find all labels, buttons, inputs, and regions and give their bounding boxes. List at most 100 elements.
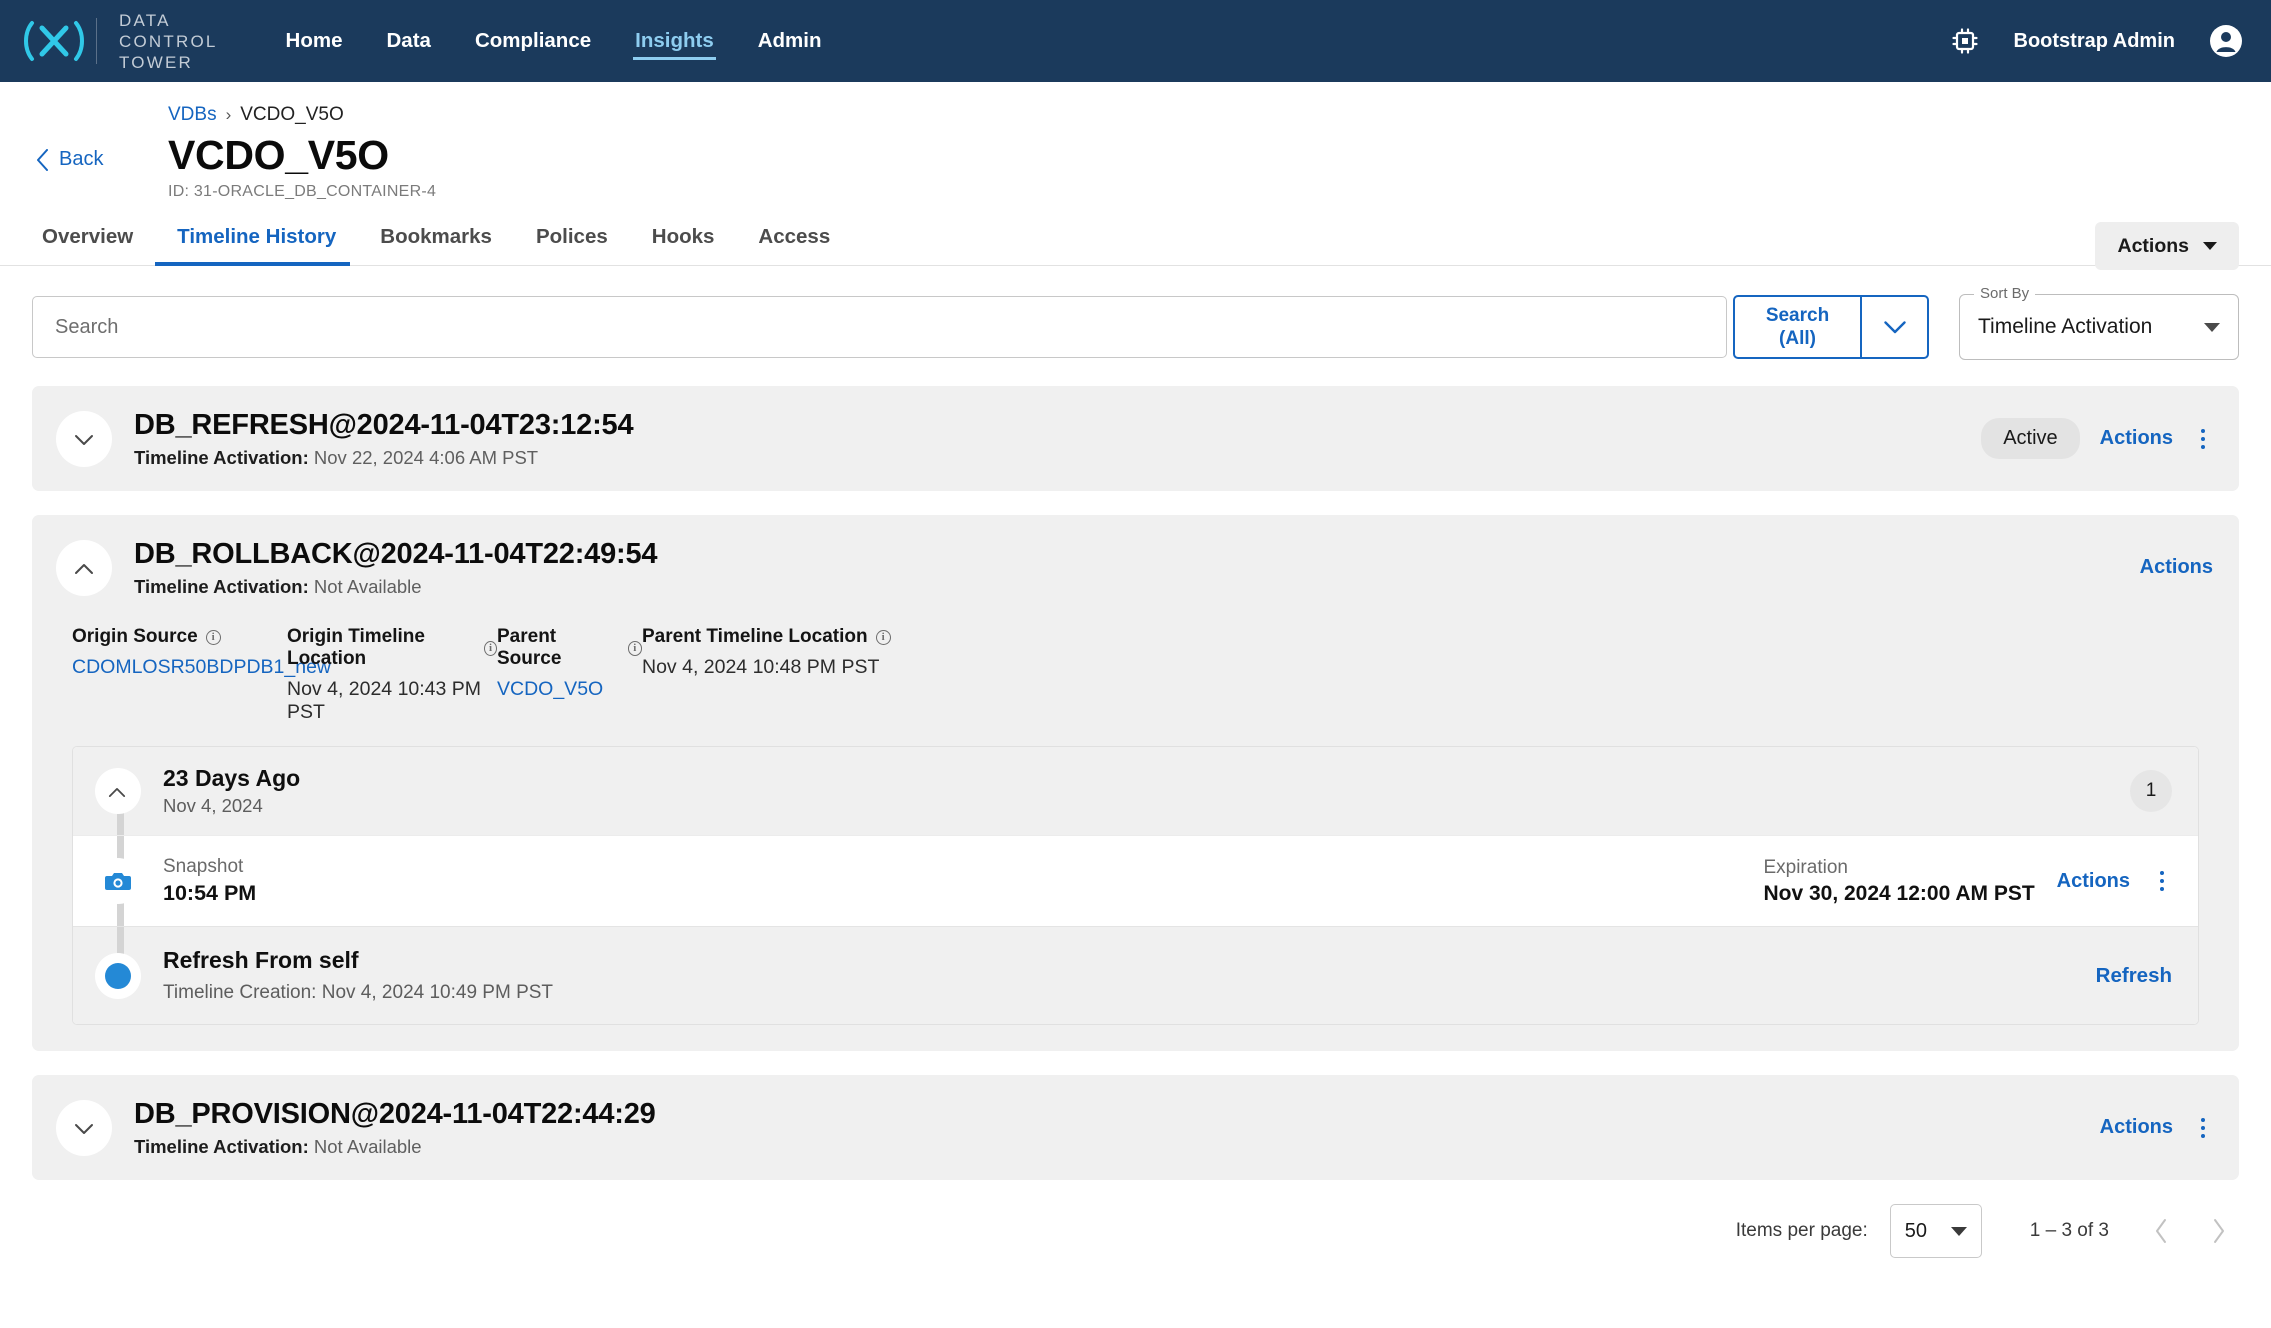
info-icon[interactable]: i [875, 629, 891, 645]
card-actions-link[interactable]: Actions [2100, 427, 2173, 450]
timeline-card-head-right: Actions [2100, 1112, 2213, 1144]
more-options-icon[interactable] [2193, 423, 2213, 455]
timeline-card-head-text: DB_PROVISION@2024-11-04T22:44:29 Timelin… [134, 1097, 656, 1158]
tab-access[interactable]: Access [736, 225, 852, 265]
timeline-card-head-right: Actions [2140, 556, 2213, 579]
snapshot-event-text: Snapshot 10:54 PM [163, 856, 256, 906]
top-navigation-bar: DATA CONTROL TOWER Home Data Compliance … [0, 0, 2271, 82]
sort-by-select[interactable]: Sort By Timeline Activation [1959, 285, 2239, 360]
timeline-group-header: 23 Days Ago Nov 4, 2024 1 [73, 747, 2198, 835]
nav-link-admin[interactable]: Admin [736, 0, 844, 82]
dot-icon [105, 962, 131, 989]
collapse-toggle-button[interactable] [56, 539, 112, 596]
items-per-page-label: Items per page: [1735, 1220, 1868, 1241]
primary-nav: Home Data Compliance Insights Admin [264, 0, 844, 82]
page-range-label: 1 – 3 of 3 [2029, 1220, 2109, 1241]
meta-origin-source: Origin Source i CDOMLOSR50BDPDB1_new [72, 626, 331, 724]
nav-link-home[interactable]: Home [264, 0, 365, 82]
refresh-event-right: Refresh [2096, 964, 2172, 988]
chevron-left-icon [36, 148, 49, 171]
page-actions-label: Actions [2117, 234, 2189, 257]
breadcrumb-link-vdbs[interactable]: VDBs [168, 104, 217, 126]
timeline-card-head-text: DB_ROLLBACK@2024-11-04T22:49:54 Timeline… [134, 537, 658, 598]
tab-bar: Overview Timeline History Bookmarks Poli… [0, 225, 2271, 266]
expiration-block: Expiration Nov 30, 2024 12:00 AM PST [1763, 857, 2034, 906]
group-collapse-toggle[interactable] [95, 768, 141, 814]
back-button[interactable]: Back [36, 148, 146, 171]
timeline-activation-label: Timeline Activation: [134, 447, 309, 468]
timeline-card: DB_ROLLBACK@2024-11-04T22:49:54 Timeline… [32, 515, 2239, 1051]
items-per-page-select[interactable]: 50 [1889, 1204, 1982, 1258]
timeline-card-subtitle: Timeline Activation: Not Available [134, 1136, 656, 1158]
timeline-activation-value: Not Available [313, 576, 422, 597]
meta-value-link[interactable]: VCDO_V5O [497, 678, 642, 701]
nav-link-compliance[interactable]: Compliance [453, 0, 613, 82]
card-actions-link[interactable]: Actions [2100, 1116, 2173, 1139]
search-button-line-2: (All) [1779, 328, 1816, 349]
expand-toggle-button[interactable] [56, 1099, 112, 1156]
timeline-card: DB_PROVISION@2024-11-04T22:44:29 Timelin… [32, 1075, 2239, 1180]
info-icon[interactable]: i [483, 640, 497, 656]
snapshot-actions-link[interactable]: Actions [2057, 870, 2130, 893]
chevron-down-icon [74, 1122, 94, 1134]
search-dropdown-toggle[interactable] [1861, 295, 1929, 359]
timeline-card-header: DB_ROLLBACK@2024-11-04T22:49:54 Timeline… [32, 515, 2239, 620]
nav-link-insights[interactable]: Insights [613, 0, 736, 82]
brand-wordmark-line-2: CONTROL [119, 31, 218, 51]
top-nav-right-group: Bootstrap Admin [1950, 24, 2243, 58]
tab-timeline-history[interactable]: Timeline History [155, 225, 358, 266]
group-date: Nov 4, 2024 [163, 795, 263, 816]
camera-icon [105, 870, 131, 892]
paginator: Items per page: 50 1 – 3 of 3 [0, 1204, 2271, 1258]
meta-value: Nov 4, 2024 10:43 PM PST [287, 678, 482, 723]
meta-label: Parent Timeline Location i [642, 626, 902, 648]
meta-parent-timeline-location: Parent Timeline Location i Nov 4, 2024 1… [642, 626, 902, 724]
refresh-event-text: Refresh From self Timeline Creation: Nov… [163, 947, 553, 1004]
breadcrumb: VDBs › VCDO_V5O [168, 104, 436, 126]
chevron-down-icon [74, 433, 94, 445]
page-actions-button[interactable]: Actions [2095, 222, 2239, 270]
caret-down-icon [2203, 242, 2217, 250]
timeline-card-subtitle: Timeline Activation: Nov 22, 2024 4:06 A… [134, 447, 633, 469]
expand-toggle-button[interactable] [56, 410, 112, 467]
tab-polices[interactable]: Polices [514, 225, 630, 265]
timeline-card-header: DB_PROVISION@2024-11-04T22:44:29 Timelin… [32, 1075, 2239, 1180]
next-page-button[interactable] [2211, 1218, 2227, 1244]
expiration-label: Expiration [1763, 856, 1848, 878]
timeline-card-title: DB_PROVISION@2024-11-04T22:44:29 [134, 1098, 656, 1130]
page-id-label: ID: 31-ORACLE_DB_CONTAINER-4 [168, 183, 437, 200]
timeline-event-row-snapshot: Snapshot 10:54 PM Expiration Nov 30, 202… [73, 835, 2198, 926]
snapshot-time: 10:54 PM [163, 881, 257, 905]
chip-icon[interactable] [1950, 26, 1980, 56]
breadcrumb-separator: › [225, 105, 232, 124]
more-options-icon[interactable] [2193, 1112, 2213, 1144]
refresh-link[interactable]: Refresh [2096, 964, 2172, 988]
nav-link-data[interactable]: Data [365, 0, 453, 82]
chevron-up-icon [108, 785, 128, 797]
timeline-card-list: DB_REFRESH@2024-11-04T23:12:54 Timeline … [0, 386, 2271, 1180]
chevron-down-icon [1883, 320, 1906, 334]
meta-label: Origin Source i [72, 626, 287, 648]
timeline-card: DB_REFRESH@2024-11-04T23:12:54 Timeline … [32, 386, 2239, 491]
more-options-icon[interactable] [2152, 865, 2172, 897]
refresh-event-subtitle: Timeline Creation: Nov 4, 2024 10:49 PM … [163, 982, 554, 1003]
caret-down-icon [2204, 322, 2220, 332]
timeline-card-subtitle: Timeline Activation: Not Available [134, 576, 657, 598]
tab-overview[interactable]: Overview [32, 225, 155, 265]
tab-bookmarks[interactable]: Bookmarks [358, 225, 514, 265]
info-icon[interactable]: i [627, 640, 642, 656]
meta-value-link[interactable]: CDOMLOSR50BDPDB1_new [72, 656, 331, 679]
search-button[interactable]: Search (All) [1733, 295, 1861, 359]
card-actions-link[interactable]: Actions [2140, 556, 2213, 579]
refresh-event-title: Refresh From self [163, 947, 359, 973]
info-icon[interactable]: i [205, 629, 221, 645]
account-circle-icon[interactable] [2209, 24, 2243, 58]
meta-label-text: Origin Timeline Location [287, 626, 425, 669]
timeline-card-title: DB_ROLLBACK@2024-11-04T22:49:54 [134, 538, 658, 570]
previous-page-button[interactable] [2153, 1218, 2169, 1244]
brand-wordmark-line-1: DATA [119, 10, 171, 30]
sort-by-label: Sort By [1974, 285, 2036, 302]
brand-wordmark: DATA CONTROL TOWER [119, 10, 218, 73]
search-input[interactable] [32, 296, 1727, 358]
tab-hooks[interactable]: Hooks [630, 225, 737, 265]
